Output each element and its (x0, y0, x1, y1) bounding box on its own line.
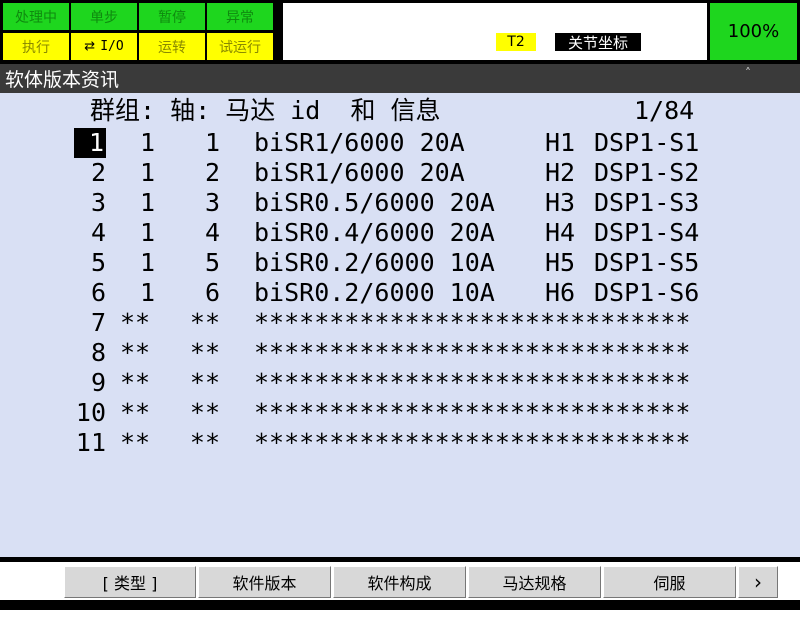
bottom-strip (0, 610, 800, 618)
io-link-icon: ⇄ (84, 39, 96, 54)
softkey-servo[interactable]: 伺服 (603, 566, 736, 598)
softkey-motor-spec[interactable]: 马达规格 (468, 566, 601, 598)
axis-cell: ** (189, 398, 220, 427)
axis-cell: 3 (204, 188, 220, 217)
dsp-cell: DSP1-S6 (594, 278, 700, 307)
lamp-io: ⇄ I/O (71, 33, 137, 60)
override-indicator[interactable]: 100% (710, 3, 797, 60)
dsp-cell: DSP1-S3 (594, 188, 700, 217)
dsp-cell: DSP1-S4 (594, 218, 700, 247)
group-cell: 1 (140, 128, 156, 157)
motor-cell: biSR1/6000 20A (254, 128, 465, 157)
caret-up-icon[interactable]: ˄ (745, 66, 751, 80)
row-number[interactable]: 8 (66, 338, 106, 368)
motor-cell: ***************************** (254, 338, 691, 367)
row-number[interactable]: 6 (66, 278, 106, 308)
motor-cell: ***************************** (254, 428, 691, 457)
mode-indicator: T2 (496, 33, 536, 51)
dsp-cell: DSP1-S2 (594, 158, 700, 187)
page-indicator: 1/84 (634, 96, 695, 125)
group-cell: ** (120, 308, 151, 337)
table-header: 群组: 轴: 马达 id 和 信息 (90, 96, 441, 125)
axis-cell: 6 (204, 278, 220, 307)
motor-cell: biSR0.2/6000 10A (254, 248, 495, 277)
dsp-cell: DSP1-S1 (594, 128, 700, 157)
dsp-cell: DSP1-S5 (594, 248, 700, 277)
group-cell: 1 (140, 278, 156, 307)
lamp-processing: 处理中 (3, 3, 69, 30)
axis-cell: ** (189, 428, 220, 457)
next-page-button[interactable]: › (738, 566, 778, 598)
motor-cell: ***************************** (254, 308, 691, 337)
lamp-operation: 运转 (139, 33, 205, 60)
axis-cell: 1 (204, 128, 220, 157)
lamp-hold: 暂停 (139, 3, 205, 30)
softkey-software-config[interactable]: 软件构成 (333, 566, 466, 598)
axis-cell: ** (189, 368, 220, 397)
lamp-fault: 异常 (207, 3, 273, 30)
row-number[interactable]: 7 (66, 308, 106, 338)
message-box (283, 3, 707, 60)
group-cell: ** (120, 368, 151, 397)
motor-cell: ***************************** (254, 398, 691, 427)
lamp-io-label: I/O (100, 39, 124, 54)
axis-cell: ** (189, 338, 220, 367)
group-cell: 1 (140, 188, 156, 217)
lamp-run: 执行 (3, 33, 69, 60)
row-number[interactable]: 9 (66, 368, 106, 398)
hardware-cell: H6 (545, 278, 576, 307)
lamp-single-step: 单步 (71, 3, 137, 30)
group-cell: 1 (140, 218, 156, 247)
axis-cell: 5 (204, 248, 220, 277)
row-number[interactable]: 11 (66, 428, 106, 458)
hardware-cell: H1 (545, 128, 576, 157)
motor-cell: biSR1/6000 20A (254, 158, 465, 187)
motor-cell: ***************************** (254, 368, 691, 397)
softkey-type[interactable]: [ 类型 ] (64, 566, 196, 598)
softkey-software-version[interactable]: 软件版本 (198, 566, 331, 598)
motor-cell: biSR0.2/6000 10A (254, 278, 495, 307)
hardware-cell: H5 (545, 248, 576, 277)
row-number[interactable]: 3 (66, 188, 106, 218)
group-cell: ** (120, 338, 151, 367)
lamp-trial-run: 试运行 (207, 33, 273, 60)
hardware-cell: H3 (545, 188, 576, 217)
coord-system-indicator[interactable]: 关节坐标 (555, 33, 641, 52)
hardware-cell: H4 (545, 218, 576, 247)
row-number[interactable]: 2 (66, 158, 106, 188)
row-number[interactable]: 5 (66, 248, 106, 278)
axis-cell: 2 (204, 158, 220, 187)
axis-cell: 4 (204, 218, 220, 247)
group-cell: ** (120, 398, 151, 427)
hardware-cell: H2 (545, 158, 576, 187)
motor-cell: biSR0.5/6000 20A (254, 188, 495, 217)
motor-cell: biSR0.4/6000 20A (254, 218, 495, 247)
group-cell: 1 (140, 248, 156, 277)
row-number[interactable]: 10 (66, 398, 106, 428)
bottom-bar (0, 600, 800, 610)
row-number-cursor[interactable]: 1 (74, 128, 106, 158)
row-number[interactable]: 4 (66, 218, 106, 248)
screen-title: 软体版本资讯 (0, 64, 800, 93)
group-cell: ** (120, 428, 151, 457)
group-cell: 1 (140, 158, 156, 187)
axis-cell: ** (189, 308, 220, 337)
